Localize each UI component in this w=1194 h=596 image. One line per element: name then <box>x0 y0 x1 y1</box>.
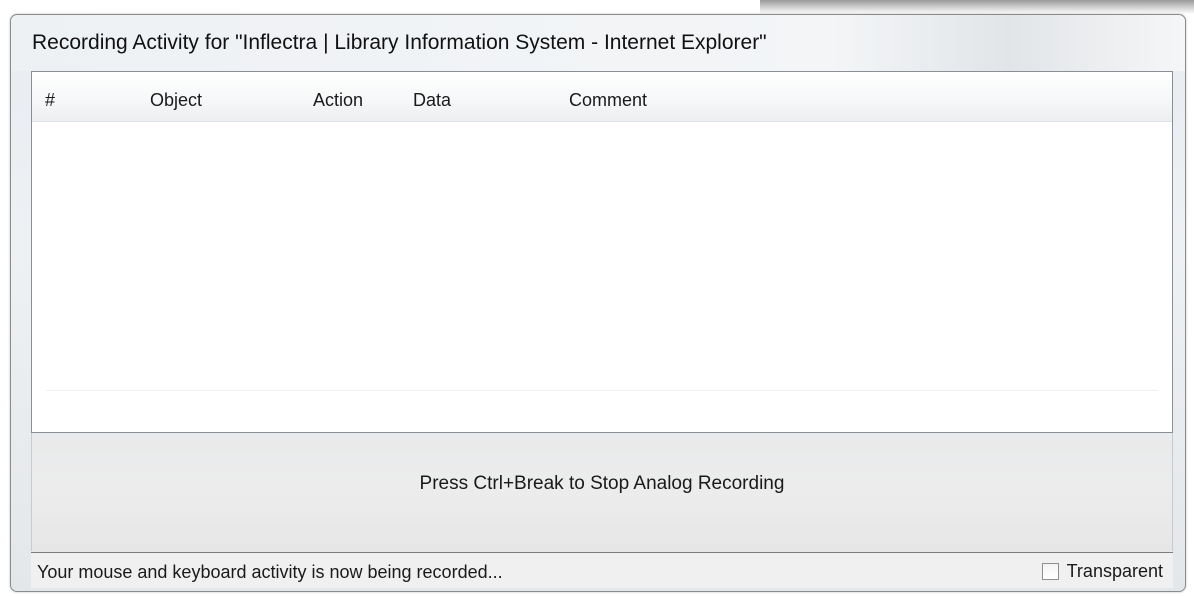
row-divider <box>46 390 1158 391</box>
analog-recording-panel: Press Ctrl+Break to Stop Analog Recordin… <box>31 433 1173 551</box>
desktop-background <box>760 0 1194 14</box>
transparent-checkbox[interactable] <box>1041 562 1059 580</box>
transparent-label: Transparent <box>1066 560 1163 581</box>
list-body[interactable] <box>32 122 1172 432</box>
recording-activity-window: Recording Activity for "Inflectra | Libr… <box>10 14 1186 592</box>
title-bar[interactable]: Recording Activity for "Inflectra | Libr… <box>11 15 1185 71</box>
column-header-comment[interactable]: Comment <box>569 90 647 111</box>
analog-recording-message: Press Ctrl+Break to Stop Analog Recordin… <box>419 473 785 494</box>
column-header-action[interactable]: Action <box>313 90 363 111</box>
activity-list-view[interactable]: # Object Action Data Comment <box>31 71 1173 433</box>
column-header-data[interactable]: Data <box>413 90 451 111</box>
status-bar: Your mouse and keyboard activity is now … <box>31 552 1173 588</box>
transparent-toggle[interactable]: Transparent <box>1041 560 1163 582</box>
column-header-object[interactable]: Object <box>150 90 202 111</box>
column-header-number[interactable]: # <box>45 90 55 111</box>
status-text: Your mouse and keyboard activity is now … <box>37 562 503 582</box>
window-title: Recording Activity for "Inflectra | Libr… <box>32 31 767 54</box>
list-header: # Object Action Data Comment <box>32 72 1172 122</box>
